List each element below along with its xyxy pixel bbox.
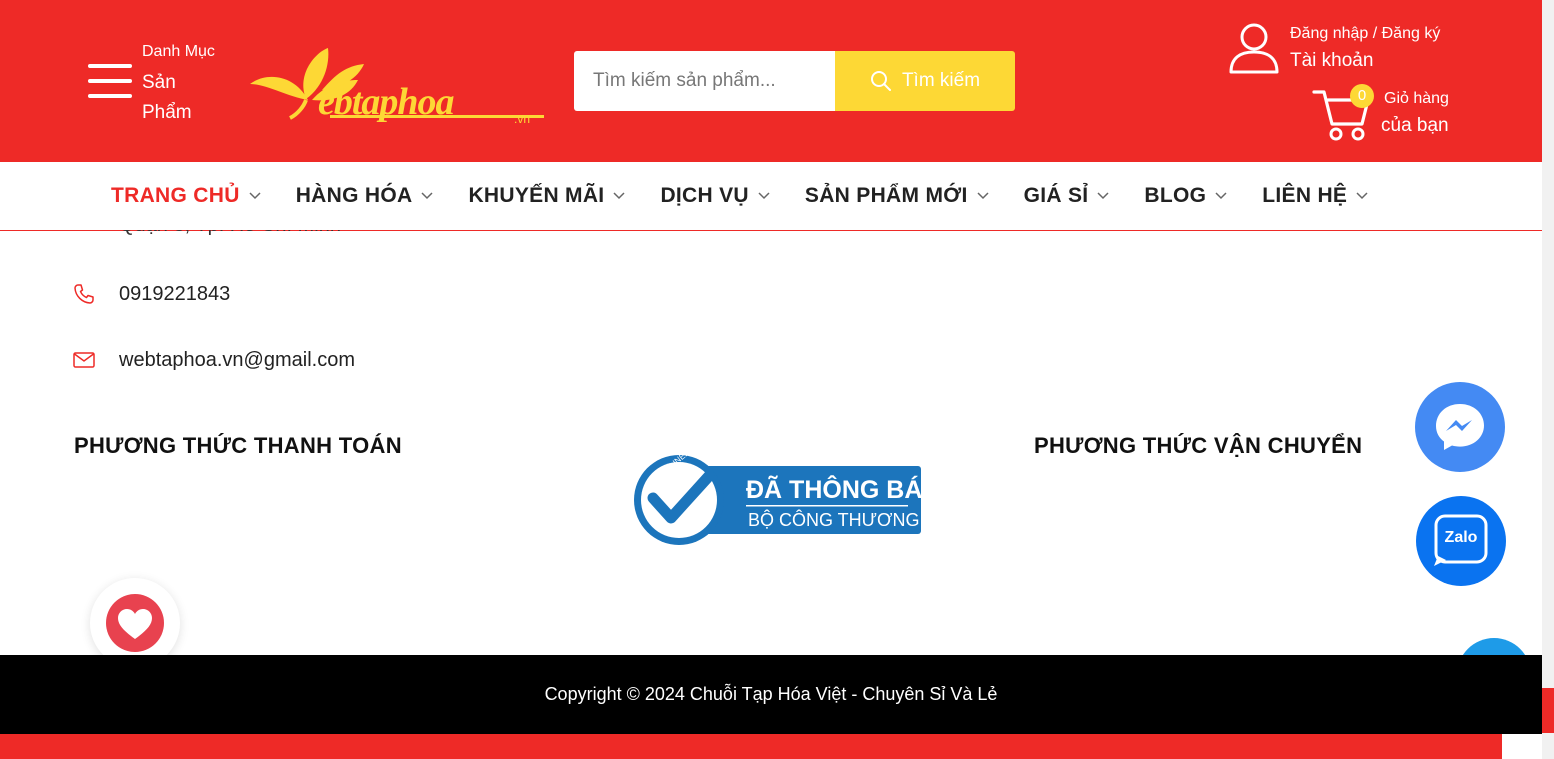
zalo-label: Zalo — [1445, 529, 1478, 546]
copyright-text: Copyright © 2024 Chuỗi Tạp Hóa Việt - Ch… — [544, 684, 998, 704]
shipping-heading: PHƯƠNG THỨC VẬN CHUYỂN — [1034, 433, 1363, 458]
zalo-icon: Zalo — [1434, 514, 1488, 566]
copyright-bar: Copyright © 2024 Chuỗi Tạp Hóa Việt - Ch… — [0, 655, 1542, 734]
footer-phone[interactable]: 0919221843 — [119, 283, 230, 306]
mail-icon — [73, 352, 95, 368]
messenger-icon — [1436, 404, 1484, 450]
cart-small-label: Giỏ hàng — [1384, 90, 1449, 107]
registered-badge[interactable]: ONLINE.GOV.VN ĐÃ THÔNG BÁO BỘ CÔNG THƯƠN… — [633, 454, 923, 546]
chevron-down-icon — [1215, 192, 1227, 200]
payment-heading: PHƯƠNG THỨC THANH TOÁN — [74, 433, 402, 458]
nav-item[interactable]: GIÁ SỈ — [1024, 184, 1110, 208]
chevron-down-icon — [758, 192, 770, 200]
side-red-tab — [1542, 688, 1554, 733]
badge-line1: ĐÃ THÔNG BÁO — [746, 474, 923, 504]
search-button[interactable]: Tìm kiếm — [835, 51, 1015, 111]
page-scrollbar[interactable] — [1542, 0, 1554, 759]
search-icon — [870, 71, 891, 91]
account-login-text: Đăng nhập / Đăng ký — [1290, 25, 1441, 42]
bottom-red-strip — [0, 734, 1502, 759]
heart-icon — [118, 609, 152, 639]
cart-count-badge: 0 — [1350, 84, 1374, 108]
nav-item[interactable]: LIÊN HỆ — [1262, 184, 1368, 208]
nav-item[interactable]: BLOG — [1144, 184, 1227, 208]
menu-big-label: Sản Phẩm — [142, 72, 192, 123]
chevron-down-icon — [249, 192, 261, 200]
main-nav: TRANG CHỦ HÀNG HÓA KHUYẾN MÃI DỊCH VỤ SẢN PH… — [0, 162, 1542, 231]
menu-small-label: Danh Mục — [142, 43, 215, 60]
chevron-down-icon — [1356, 192, 1368, 200]
svg-text:.vn: .vn — [514, 112, 530, 124]
nav-item[interactable]: DỊCH VỤ — [660, 184, 770, 208]
nav-item[interactable]: TRANG CHỦ — [111, 184, 261, 208]
nav-item-label: TRANG CHỦ — [111, 184, 240, 207]
nav-item-label: LIÊN HỆ — [1262, 184, 1348, 207]
nav-item[interactable]: KHUYẾN MÃI — [468, 184, 625, 208]
hamburger-icon — [88, 64, 132, 100]
chevron-down-icon — [977, 192, 989, 200]
cart-big-label: của bạn — [1381, 115, 1449, 136]
wishlist-circle — [106, 594, 164, 652]
messenger-chat-button[interactable] — [1415, 382, 1505, 472]
footer-email-row[interactable]: webtaphoa.vn@gmail.com — [72, 348, 355, 372]
nav-item-label: BLOG — [1144, 184, 1207, 207]
site-logo[interactable]: ebtaphoa .vn — [246, 44, 546, 124]
nav-item[interactable]: HÀNG HÓA — [296, 184, 434, 208]
search-input[interactable] — [574, 51, 835, 111]
nav-item-label: HÀNG HÓA — [295, 184, 413, 207]
footer-phone-row[interactable]: 0919221843 — [72, 282, 230, 306]
cart-link[interactable]: 0 Giỏ hàng của bạn — [1312, 84, 1462, 144]
phone-icon — [74, 284, 94, 304]
footer-email[interactable]: webtaphoa.vn@gmail.com — [119, 349, 355, 372]
chevron-down-icon — [1097, 192, 1109, 200]
site-header: Danh Mục Sản Phẩm ebtaphoa .vn Tìm kiếm … — [0, 0, 1542, 162]
nav-item-label: SẢN PHẨM MỚI — [804, 184, 968, 207]
chevron-down-icon — [613, 192, 625, 200]
chevron-down-icon — [421, 192, 433, 200]
nav-item-label: DỊCH VỤ — [660, 184, 749, 207]
search-button-label: Tìm kiếm — [901, 70, 981, 91]
account-label: Tài khoản — [1290, 50, 1374, 71]
nav-item-label: KHUYẾN MÃI — [468, 184, 605, 207]
category-menu-toggle[interactable]: Danh Mục Sản Phẩm — [86, 40, 236, 123]
nav-item[interactable]: SẢN PHẨM MỚI — [805, 184, 989, 208]
account-link[interactable]: Đăng nhập / Đăng ký Tài khoản — [1226, 20, 1466, 80]
nav-item-label: GIÁ SỈ — [1023, 184, 1089, 207]
zalo-chat-button[interactable]: Zalo — [1416, 496, 1506, 586]
user-icon — [1229, 23, 1279, 74]
search-bar: Tìm kiếm — [574, 51, 1015, 111]
badge-line2: BỘ CÔNG THƯƠNG — [748, 509, 919, 530]
